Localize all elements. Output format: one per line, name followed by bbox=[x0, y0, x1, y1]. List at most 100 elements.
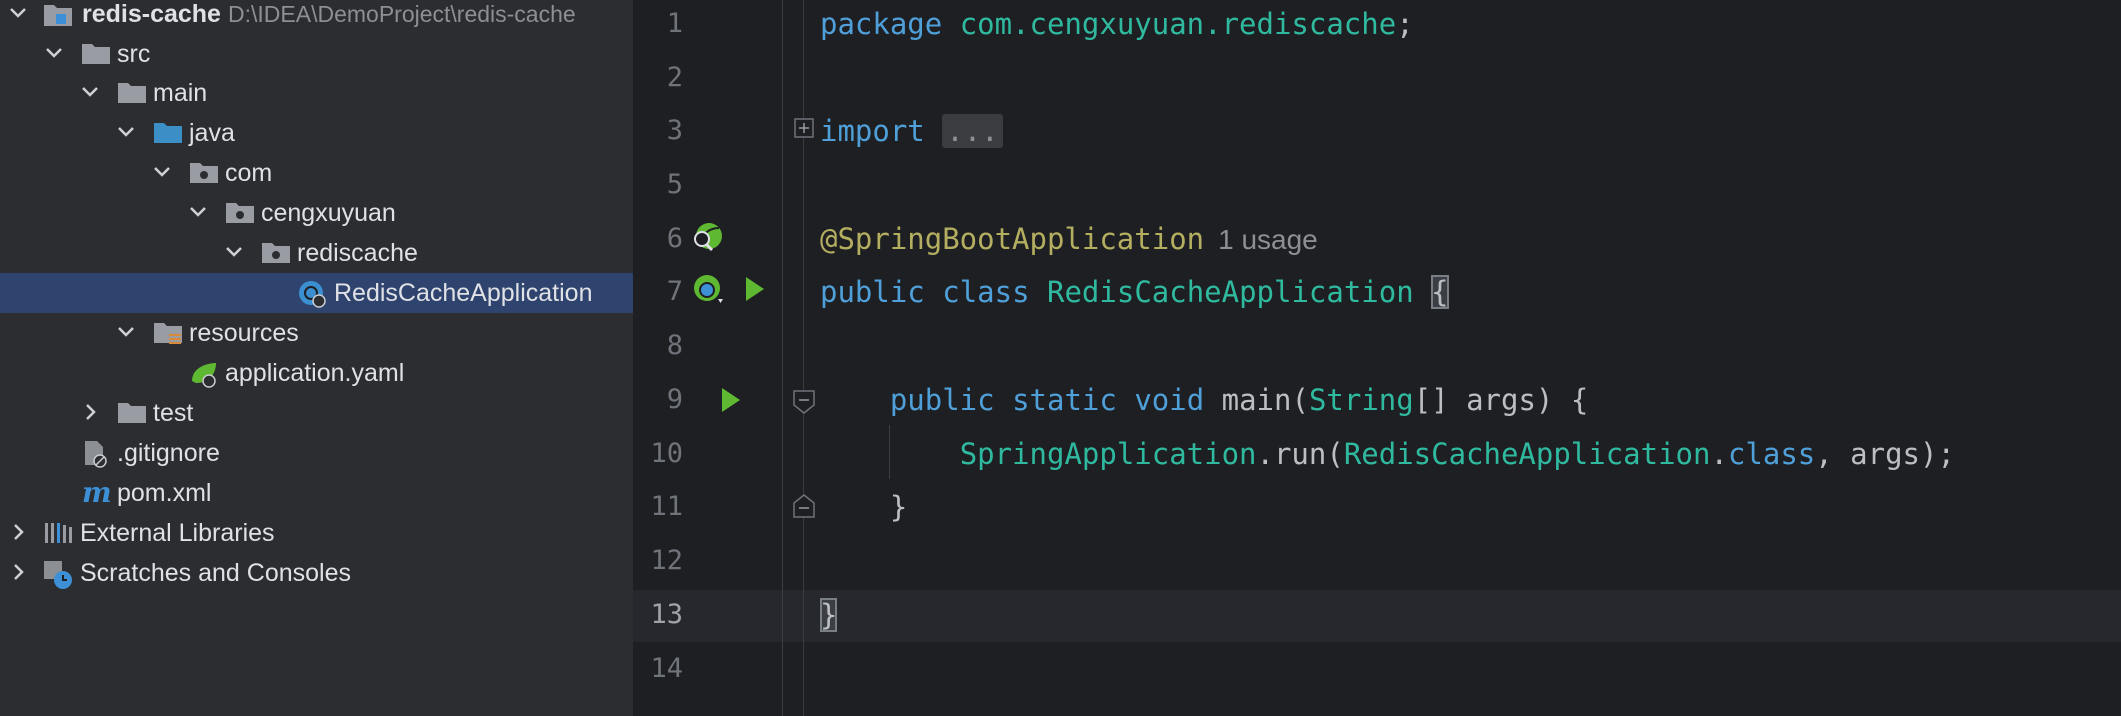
line-number: 10 bbox=[650, 438, 683, 469]
run-main-icon[interactable] bbox=[719, 386, 743, 414]
keyword: public bbox=[820, 275, 925, 309]
chevron-down-icon[interactable] bbox=[8, 0, 28, 34]
ignored-file-icon bbox=[80, 433, 112, 473]
tree-item-label: application.yaml bbox=[225, 359, 405, 387]
scratches-icon bbox=[42, 553, 74, 593]
keyword: static bbox=[1012, 383, 1117, 417]
libraries-icon bbox=[42, 513, 74, 553]
svg-text:m: m bbox=[82, 476, 112, 509]
chevron-right-icon[interactable] bbox=[80, 393, 100, 433]
tree-item-scratches-and-consoles[interactable]: Scratches and Consoles bbox=[0, 553, 633, 593]
code-line-7[interactable]: public class RedisCacheApplication { bbox=[820, 265, 1449, 319]
tree-item-label: java bbox=[189, 119, 235, 147]
chevron-down-icon[interactable] bbox=[188, 193, 208, 233]
usage-hint[interactable]: 1 usage bbox=[1218, 224, 1318, 255]
annotation: @SpringBootApplication bbox=[820, 222, 1205, 256]
class-name: SpringApplication bbox=[959, 437, 1257, 471]
code-line-10[interactable]: SpringApplication.run(RedisCacheApplicat… bbox=[820, 427, 1955, 481]
gutter-separator bbox=[782, 0, 783, 716]
type-name: String bbox=[1308, 383, 1414, 417]
line-number: 11 bbox=[650, 491, 683, 522]
chevron-down-icon[interactable] bbox=[116, 113, 136, 153]
keyword: import bbox=[820, 114, 925, 148]
package-icon bbox=[260, 233, 292, 273]
line-number: 6 bbox=[666, 223, 683, 254]
matched-brace: { bbox=[1431, 275, 1449, 309]
chevron-down-icon[interactable] bbox=[80, 73, 100, 113]
chevron-down-icon[interactable] bbox=[224, 233, 244, 273]
tree-item-gitignore[interactable]: .gitignore bbox=[0, 433, 633, 473]
tree-item-main[interactable]: main bbox=[0, 73, 633, 113]
tree-item-label: rediscache bbox=[297, 239, 418, 267]
tree-item-com[interactable]: com bbox=[0, 153, 633, 193]
project-tree-panel: redis-cache D:\IDEA\DemoProject\redis-ca… bbox=[0, 0, 633, 716]
tree-item-pom-xml[interactable]: m pom.xml bbox=[0, 473, 633, 513]
tree-item-external-libraries[interactable]: External Libraries bbox=[0, 513, 633, 553]
chevron-down-icon[interactable] bbox=[152, 153, 172, 193]
tree-item-label: Scratches and Consoles bbox=[80, 559, 351, 587]
folder-icon bbox=[116, 73, 148, 113]
keyword: void bbox=[1134, 383, 1205, 417]
tree-item-label: pom.xml bbox=[117, 479, 212, 507]
chevron-down-icon[interactable] bbox=[116, 313, 136, 353]
class-name: RedisCacheApplication bbox=[1343, 437, 1711, 471]
fold-end-icon[interactable] bbox=[793, 494, 815, 518]
package-icon bbox=[224, 193, 256, 233]
tree-item-test[interactable]: test bbox=[0, 393, 633, 433]
line-number-current: 13 bbox=[650, 599, 683, 630]
line-number: 14 bbox=[650, 653, 683, 684]
class-name: RedisCacheApplication bbox=[1047, 275, 1414, 309]
tree-item-label: RedisCacheApplication bbox=[334, 279, 593, 307]
code-editor[interactable]: 1 2 3 5 6 7 8 9 10 11 12 13 14 package c bbox=[633, 0, 2121, 716]
caret-row-highlight bbox=[633, 590, 2121, 642]
keyword: public bbox=[889, 383, 995, 417]
tree-item-cengxuyuan[interactable]: cengxuyuan bbox=[0, 193, 633, 233]
punctuation: . bbox=[1710, 437, 1728, 471]
code-line-6[interactable]: @SpringBootApplication 1 usage bbox=[820, 212, 1318, 266]
line-number: 5 bbox=[666, 169, 683, 200]
source-folder-icon bbox=[152, 113, 184, 153]
closing-brace: } bbox=[889, 490, 908, 524]
tree-item-src[interactable]: src bbox=[0, 34, 633, 74]
tree-item-application-yaml[interactable]: application.yaml bbox=[0, 353, 633, 393]
line-number: 12 bbox=[650, 545, 683, 576]
code-line-9[interactable]: public static void main(String[] args) { bbox=[820, 373, 1588, 427]
tree-item-rediscacheapplication[interactable]: RedisCacheApplication bbox=[0, 273, 633, 313]
keyword: class bbox=[1727, 437, 1816, 471]
line-number: 7 bbox=[666, 276, 683, 307]
tree-item-label: cengxuyuan bbox=[261, 199, 396, 227]
spring-config-icon bbox=[188, 353, 220, 393]
code-line-11[interactable]: } bbox=[820, 480, 907, 534]
package-icon bbox=[188, 153, 220, 193]
tree-row-root[interactable]: redis-cache D:\IDEA\DemoProject\redis-ca… bbox=[0, 0, 633, 34]
module-folder-icon bbox=[42, 0, 74, 34]
line-number: 9 bbox=[666, 384, 683, 415]
spring-bean-class-icon[interactable] bbox=[690, 272, 728, 308]
tree-item-resources[interactable]: resources bbox=[0, 313, 633, 353]
matched-brace: } bbox=[820, 598, 838, 632]
chevron-down-icon[interactable] bbox=[44, 34, 64, 74]
fold-gutter-line bbox=[803, 0, 804, 716]
chevron-right-icon[interactable] bbox=[8, 553, 28, 593]
keyword: class bbox=[942, 275, 1030, 309]
resources-folder-icon bbox=[152, 313, 184, 353]
keyword: package bbox=[820, 7, 943, 41]
folded-imports[interactable]: ... bbox=[942, 114, 1003, 148]
code-line-1[interactable]: package com.cengxuyuan.rediscache; bbox=[820, 0, 1414, 51]
code-text: [] args) { bbox=[1413, 383, 1589, 417]
punctuation: ( bbox=[1291, 383, 1309, 417]
spring-bean-search-icon[interactable] bbox=[690, 219, 724, 253]
code-line-13[interactable]: } bbox=[820, 588, 838, 642]
fold-expand-icon[interactable] bbox=[794, 118, 814, 140]
tree-item-label: .gitignore bbox=[117, 439, 220, 467]
line-number: 1 bbox=[666, 8, 683, 39]
fold-collapse-icon[interactable] bbox=[793, 390, 815, 414]
folder-icon bbox=[80, 34, 112, 74]
code-line-3[interactable]: import ... bbox=[820, 104, 1003, 158]
line-number: 8 bbox=[666, 330, 683, 361]
run-class-icon[interactable] bbox=[743, 275, 767, 303]
tree-item-rediscache[interactable]: rediscache bbox=[0, 233, 633, 273]
chevron-right-icon[interactable] bbox=[8, 513, 28, 553]
tree-item-java[interactable]: java bbox=[0, 113, 633, 153]
spring-boot-class-icon bbox=[296, 273, 328, 313]
